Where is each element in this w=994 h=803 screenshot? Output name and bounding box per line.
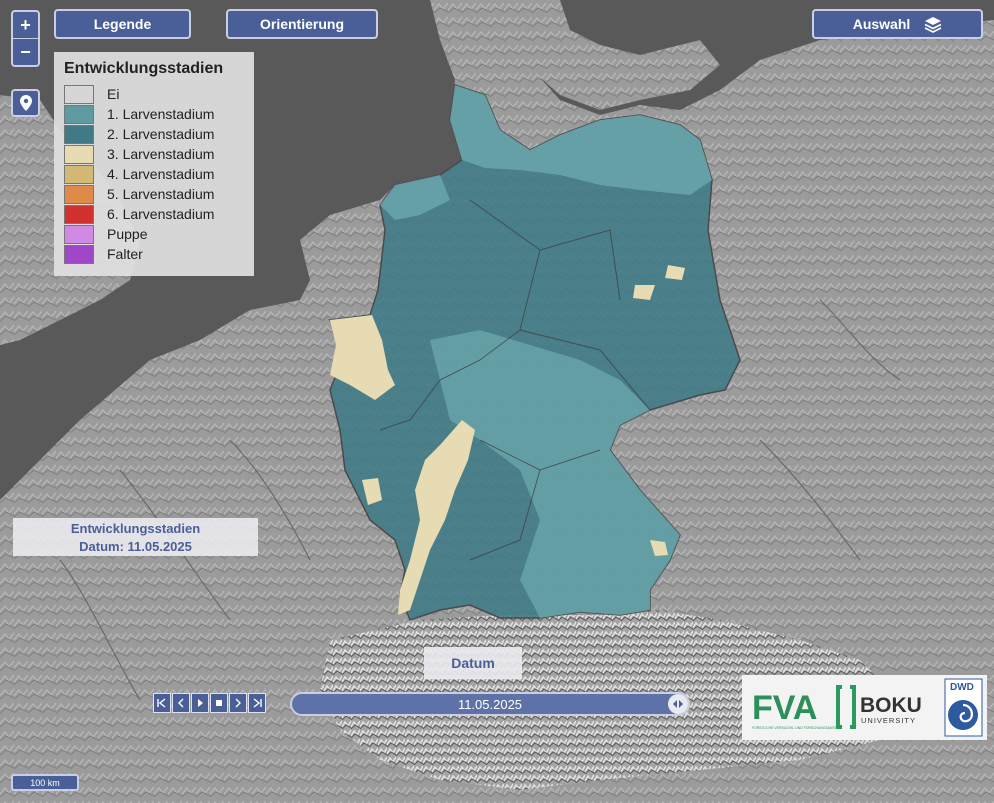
dwd-logo-text: DWD bbox=[950, 682, 974, 693]
orientation-button[interactable]: Orientierung bbox=[226, 9, 378, 39]
legend-item-label: 2. Larvenstadium bbox=[107, 126, 215, 142]
legend-item: 6. Larvenstadium bbox=[64, 204, 244, 224]
logo-strip: FVA FORSTLICHE VERSUCHS- UND FORSCHUNGSA… bbox=[752, 678, 983, 737]
legend-swatch bbox=[64, 184, 94, 204]
slider-arrows-icon bbox=[673, 700, 683, 708]
legend-item: 4. Larvenstadium bbox=[64, 164, 244, 184]
timeline-label: Datum bbox=[424, 647, 522, 679]
legend-item-label: 5. Larvenstadium bbox=[107, 186, 215, 202]
fva-logo-text: FVA bbox=[752, 689, 817, 727]
skip-first-icon bbox=[157, 698, 166, 708]
first-frame-button[interactable] bbox=[153, 693, 171, 713]
legend-item-label: 6. Larvenstadium bbox=[107, 206, 215, 222]
legend-swatch bbox=[64, 124, 94, 144]
legend-item: 1. Larvenstadium bbox=[64, 104, 244, 124]
legend-swatch bbox=[64, 84, 94, 104]
fva-logo-subtext: FORSTLICHE VERSUCHS- UND FORSCHUNGSANSTA… bbox=[752, 726, 843, 730]
chevron-left-icon bbox=[178, 698, 184, 708]
legend-swatch bbox=[64, 104, 94, 124]
legend-item: Ei bbox=[64, 84, 244, 104]
legend-item-label: 1. Larvenstadium bbox=[107, 106, 215, 122]
info-date: Datum: 11.05.2025 bbox=[79, 539, 192, 554]
zoom-controls: + − bbox=[11, 10, 40, 67]
legend-item-label: Puppe bbox=[107, 226, 148, 242]
legend-item-label: 4. Larvenstadium bbox=[107, 166, 215, 182]
zoom-in-button[interactable]: + bbox=[13, 12, 38, 38]
play-icon bbox=[198, 699, 203, 707]
selection-button-label: Auswahl bbox=[852, 16, 911, 32]
location-pin-icon bbox=[19, 95, 32, 111]
info-box: Entwicklungsstadien Datum: 11.05.2025 bbox=[13, 518, 258, 556]
play-button[interactable] bbox=[191, 693, 209, 713]
legend-title: Entwicklungsstadien bbox=[64, 60, 224, 77]
scale-bar: 100 km bbox=[11, 774, 79, 791]
legend-item: 3. Larvenstadium bbox=[64, 144, 244, 164]
legend-button[interactable]: Legende bbox=[54, 9, 191, 39]
stop-icon bbox=[216, 700, 222, 706]
boku-logo-text: BOKU bbox=[860, 694, 922, 717]
skip-last-icon bbox=[253, 698, 262, 708]
legend-swatch bbox=[64, 204, 94, 224]
boku-logo: BOKU UNIVERSITY bbox=[836, 685, 922, 729]
stop-button[interactable] bbox=[210, 693, 228, 713]
legend-swatch bbox=[64, 224, 94, 244]
fva-logo: FVA FORSTLICHE VERSUCHS- UND FORSCHUNGSA… bbox=[752, 689, 843, 730]
partner-logos: FVA FORSTLICHE VERSUCHS- UND FORSCHUNGSA… bbox=[742, 675, 987, 740]
date-slider-handle[interactable] bbox=[668, 694, 688, 714]
zoom-out-button[interactable]: − bbox=[13, 38, 38, 65]
next-frame-button[interactable] bbox=[229, 693, 247, 713]
legend-item-label: Falter bbox=[107, 246, 143, 262]
layers-icon bbox=[924, 16, 942, 33]
legend-panel: Entwicklungsstadien Ei 1. Larvenstadium 2.… bbox=[54, 52, 254, 276]
legend-item: 2. Larvenstadium bbox=[64, 124, 244, 144]
last-frame-button[interactable] bbox=[248, 693, 266, 713]
date-slider-value: 11.05.2025 bbox=[457, 696, 523, 712]
legend-swatch bbox=[64, 164, 94, 184]
previous-frame-button[interactable] bbox=[172, 693, 190, 713]
selection-button[interactable]: Auswahl bbox=[812, 9, 983, 39]
legend-list: Ei 1. Larvenstadium 2. Larvenstadium 3. Lar… bbox=[64, 84, 244, 264]
legend-item-label: Ei bbox=[107, 86, 120, 102]
chevron-right-icon bbox=[235, 698, 241, 708]
info-title: Entwicklungsstadien bbox=[70, 521, 201, 536]
dwd-logo: DWD bbox=[944, 678, 983, 737]
boku-logo-subtext: UNIVERSITY bbox=[861, 716, 916, 725]
legend-item-label: 3. Larvenstadium bbox=[107, 146, 215, 162]
location-button[interactable] bbox=[11, 89, 40, 117]
legend-item: Falter bbox=[64, 244, 244, 264]
legend-item: 5. Larvenstadium bbox=[64, 184, 244, 204]
date-slider[interactable]: 11.05.2025 bbox=[290, 692, 690, 716]
legend-swatch bbox=[64, 144, 94, 164]
playback-controls bbox=[153, 693, 267, 713]
legend-item: Puppe bbox=[64, 224, 244, 244]
legend-swatch bbox=[64, 244, 94, 264]
